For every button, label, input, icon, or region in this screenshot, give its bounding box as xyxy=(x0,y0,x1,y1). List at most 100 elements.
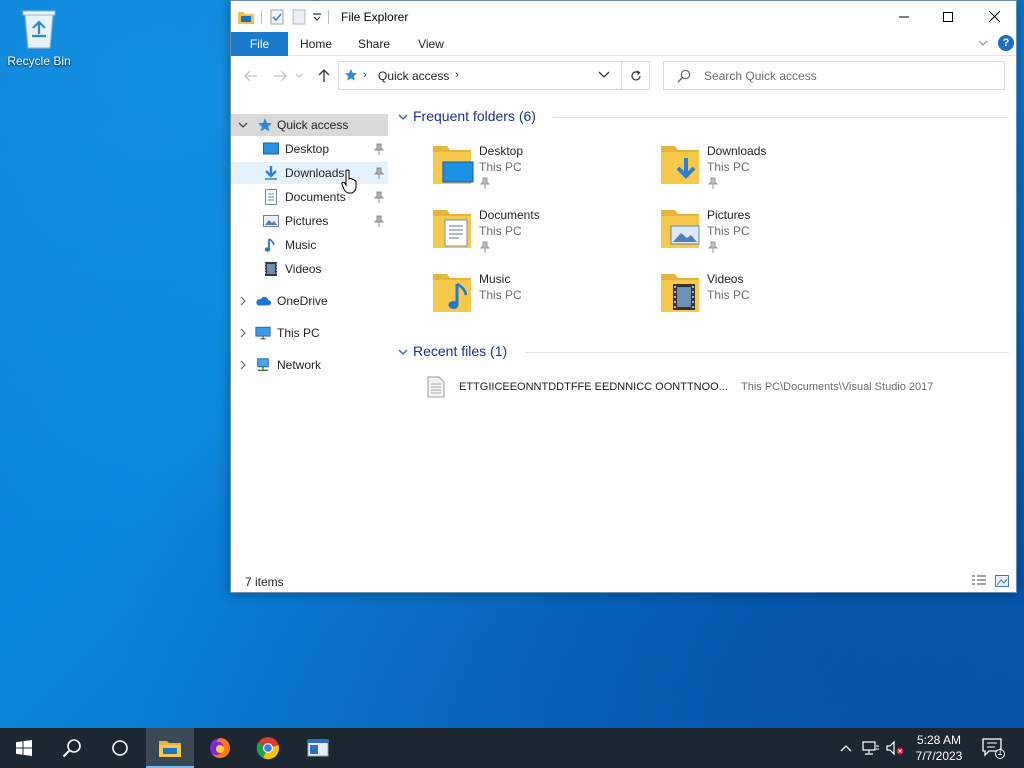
nav-item-videos[interactable]: Videos xyxy=(231,258,388,280)
documents-icon xyxy=(265,189,277,205)
minimize-icon xyxy=(899,16,909,17)
up-button[interactable] xyxy=(312,64,336,88)
title-bar[interactable]: File Explorer xyxy=(231,1,1016,32)
nav-item-desktop[interactable]: Desktop xyxy=(231,138,388,160)
ribbon-tabs: File Home Share View ? xyxy=(231,32,1016,56)
breadcrumb-separator-2[interactable]: › xyxy=(455,69,459,81)
recent-files-group[interactable]: Recent files (1) xyxy=(397,341,1009,363)
qat-customize-chevron-icon[interactable] xyxy=(308,8,326,26)
show-hidden-icons-button[interactable] xyxy=(836,728,856,768)
this-pc-icon xyxy=(255,326,271,340)
collapse-chevron-icon[interactable] xyxy=(237,119,249,131)
search-taskbar-button[interactable] xyxy=(48,728,96,768)
folder-tile-pictures[interactable]: Pictures This PC xyxy=(659,204,879,260)
tab-share[interactable]: Share xyxy=(351,32,397,56)
group-collapse-chevron-icon[interactable] xyxy=(397,346,409,358)
action-center-button[interactable]: 1 xyxy=(978,728,1008,768)
new-folder-icon[interactable] xyxy=(290,8,308,26)
expand-ribbon-chevron-icon[interactable] xyxy=(976,36,990,50)
folder-tile-downloads[interactable]: Downloads This PC xyxy=(659,140,879,196)
start-button[interactable] xyxy=(0,728,48,768)
properties-icon[interactable] xyxy=(268,8,286,26)
tab-home[interactable]: Home xyxy=(293,32,339,56)
desktop-folder-icon xyxy=(433,146,474,184)
expand-chevron-icon[interactable] xyxy=(237,295,249,307)
recent-file-path: This PC\Documents\Visual Studio 2017 xyxy=(741,381,934,393)
minimize-button[interactable] xyxy=(881,1,927,32)
nav-quick-access-label: Quick access xyxy=(277,118,349,132)
nav-this-pc[interactable]: This PC xyxy=(231,322,388,344)
refresh-button[interactable] xyxy=(621,62,650,89)
videos-icon xyxy=(265,262,277,276)
tab-view[interactable]: View xyxy=(408,32,454,56)
nav-onedrive[interactable]: OneDrive xyxy=(231,290,388,312)
nav-root-label: This PC xyxy=(277,326,320,340)
navigation-pane: Quick access Desktop Downloads Documents… xyxy=(231,114,388,564)
recent-file-name: ETTGIICEEONNTDDTFFE EEDNNICC OONTTNOO... xyxy=(459,381,728,393)
folder-tile-documents[interactable]: Documents This PC xyxy=(431,204,651,260)
cortana-circle-icon xyxy=(112,740,128,756)
content-pane: Frequent folders (6) Desktop This PC Dow… xyxy=(391,96,1011,566)
folder-name: Downloads xyxy=(707,144,767,158)
back-button[interactable] xyxy=(239,64,263,88)
nav-item-label: Documents xyxy=(285,190,346,204)
network-tray-button[interactable] xyxy=(860,728,882,768)
downloads-folder-icon xyxy=(661,146,699,184)
explorer-folder-icon xyxy=(237,8,255,26)
nav-quick-access[interactable]: Quick access xyxy=(231,114,388,136)
recent-locations-button[interactable] xyxy=(292,64,306,88)
folder-name: Pictures xyxy=(707,208,751,222)
taskbar-app-window[interactable] xyxy=(294,728,342,768)
group-divider xyxy=(525,352,1009,353)
tab-file[interactable]: File xyxy=(231,32,288,56)
pin-icon[interactable] xyxy=(374,191,384,203)
nav-network[interactable]: Network xyxy=(231,354,388,376)
folder-tile-desktop[interactable]: Desktop This PC xyxy=(431,140,651,196)
folder-tile-videos[interactable]: Videos This PC xyxy=(659,268,879,324)
pin-icon[interactable] xyxy=(374,143,384,155)
folder-name: Music xyxy=(479,272,511,286)
task-view-button[interactable] xyxy=(96,728,144,768)
nav-item-music[interactable]: Music xyxy=(231,234,388,256)
nav-item-downloads[interactable]: Downloads xyxy=(231,162,388,184)
folder-location: This PC xyxy=(479,224,522,238)
recycle-bin-icon xyxy=(22,10,56,49)
taskbar-chrome[interactable] xyxy=(244,728,292,768)
maximize-button[interactable] xyxy=(925,1,971,32)
folder-location: This PC xyxy=(707,288,750,302)
forward-button[interactable] xyxy=(268,64,292,88)
details-view-icon[interactable] xyxy=(971,574,987,588)
pin-icon[interactable] xyxy=(374,167,384,179)
quick-access-star-icon xyxy=(345,69,357,81)
search-box[interactable] xyxy=(663,61,1005,90)
expand-chevron-icon[interactable] xyxy=(237,359,249,371)
address-history-chevron-icon[interactable] xyxy=(598,70,610,80)
nav-item-pictures[interactable]: Pictures xyxy=(231,210,388,232)
breadcrumb-separator[interactable]: › xyxy=(363,69,367,81)
pin-icon[interactable] xyxy=(374,215,384,227)
search-input[interactable] xyxy=(704,67,994,85)
recent-file-row[interactable]: ETTGIICEEONNTDDTFFE EEDNNICC OONTTNOO...… xyxy=(427,376,1007,398)
up-arrow-icon xyxy=(318,69,330,82)
group-collapse-chevron-icon[interactable] xyxy=(397,111,409,123)
taskbar: 5:28 AM 7/7/2023 1 xyxy=(0,728,1024,768)
recycle-bin-shortcut[interactable]: Recycle Bin xyxy=(6,6,72,68)
volume-tray-button[interactable] xyxy=(884,728,906,768)
taskbar-firefox[interactable] xyxy=(196,728,244,768)
nav-root-label: OneDrive xyxy=(277,294,328,308)
clock-date: 7/7/2023 xyxy=(915,749,963,763)
videos-folder-icon xyxy=(661,274,699,312)
expand-chevron-icon[interactable] xyxy=(237,327,249,339)
close-button[interactable] xyxy=(971,1,1017,32)
music-icon xyxy=(264,238,275,252)
nav-item-documents[interactable]: Documents xyxy=(231,186,388,208)
taskbar-clock[interactable]: 5:28 AM 7/7/2023 xyxy=(908,732,970,764)
folder-tile-music[interactable]: Music This PC xyxy=(431,268,651,324)
large-icons-view-icon[interactable] xyxy=(995,574,1009,588)
breadcrumb-quick-access[interactable]: Quick access xyxy=(378,69,449,83)
taskbar-file-explorer[interactable] xyxy=(146,728,194,768)
notification-count: 1 xyxy=(997,747,1003,757)
help-icon[interactable]: ? xyxy=(998,35,1014,51)
address-bar[interactable]: › Quick access › xyxy=(338,61,650,90)
frequent-folders-group[interactable]: Frequent folders (6) xyxy=(397,106,1009,128)
